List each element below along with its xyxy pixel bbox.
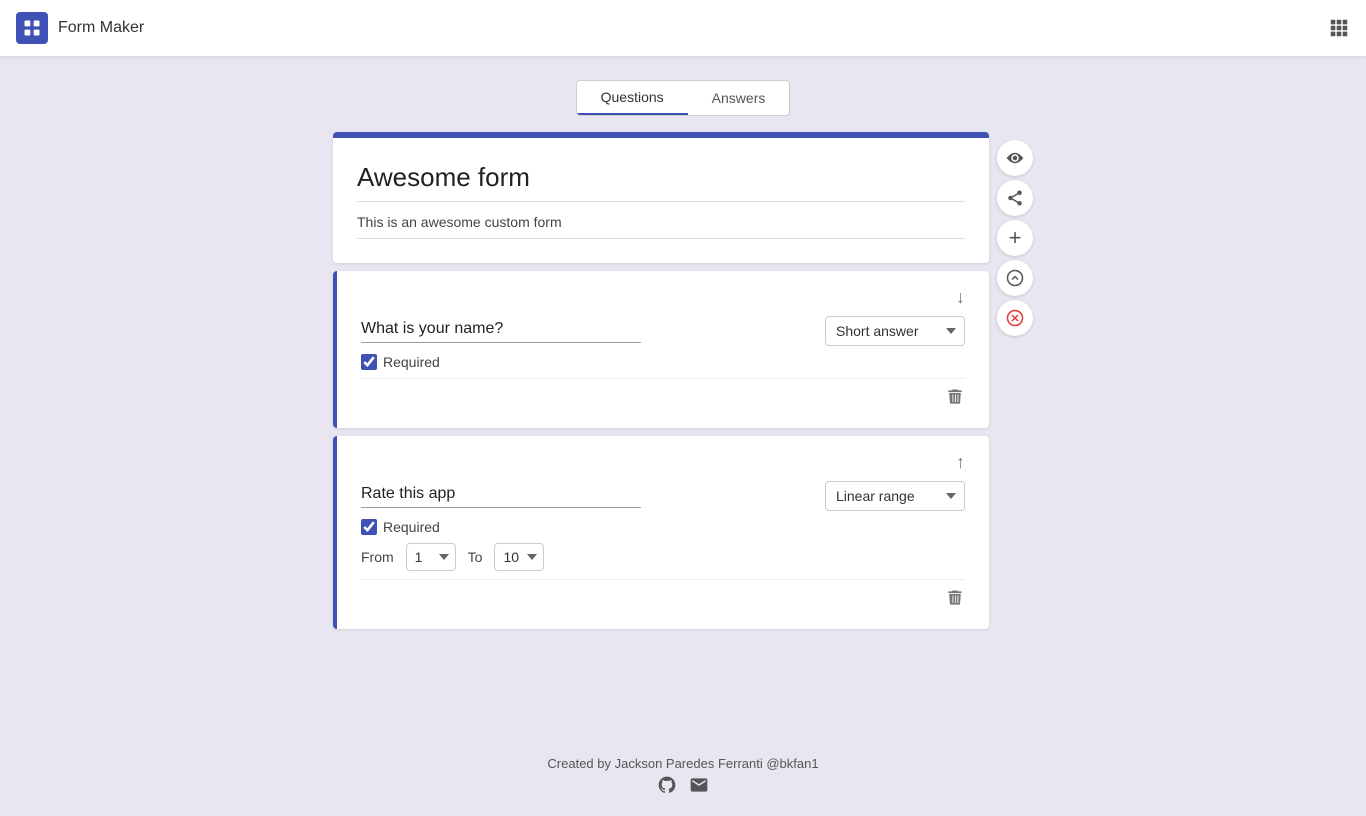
email-link[interactable] xyxy=(689,775,709,800)
q1-required-checkbox[interactable] xyxy=(361,354,377,370)
linear-range-row: From 0 1 To 2 3 4 5 6 7 8 9 xyxy=(361,543,965,571)
github-link[interactable] xyxy=(657,775,677,800)
q2-type-select[interactable]: Short answer Paragraph Multiple choice C… xyxy=(825,481,965,511)
q2-bottom-actions xyxy=(361,579,965,613)
close-button[interactable] xyxy=(997,300,1033,336)
footer-icons xyxy=(16,775,1350,800)
q1-required-label: Required xyxy=(383,354,440,370)
q1-top-actions: ↓ xyxy=(361,287,965,308)
github-icon xyxy=(657,775,677,795)
range-to-label: To xyxy=(468,549,483,565)
q1-text: What is your name? xyxy=(361,320,641,343)
footer: Created by Jackson Paredes Ferranti @bkf… xyxy=(0,740,1366,816)
form-panel: Awesome form This is an awesome custom f… xyxy=(333,132,989,637)
share-icon xyxy=(1006,189,1024,207)
trash-icon-svg xyxy=(945,387,965,407)
email-icon xyxy=(689,775,709,795)
q2-row: Rate this app Short answer Paragraph Mul… xyxy=(361,481,965,511)
share-button[interactable] xyxy=(997,180,1033,216)
q2-required-label: Required xyxy=(383,519,440,535)
question-card-2: ↑ Rate this app Short answer Paragraph M… xyxy=(333,436,989,629)
logo-icon xyxy=(22,18,42,38)
q1-delete-button[interactable] xyxy=(945,387,965,412)
q1-arrow-down-icon[interactable]: ↓ xyxy=(956,287,965,308)
q2-text: Rate this app xyxy=(361,485,641,508)
q2-top-actions: ↑ xyxy=(361,452,965,473)
footer-text: Created by Jackson Paredes Ferranti @bkf… xyxy=(16,756,1350,771)
q2-delete-button[interactable] xyxy=(945,588,965,613)
up-circle-icon xyxy=(1006,269,1024,287)
range-from-label: From xyxy=(361,549,394,565)
q2-text-wrapper: Rate this app xyxy=(361,485,825,508)
q2-required-checkbox[interactable] xyxy=(361,519,377,535)
eye-icon xyxy=(1006,149,1024,167)
q1-required-row: Required xyxy=(361,354,965,370)
main-content: Questions Answers Awesome form This is a… xyxy=(0,56,1366,740)
q1-row: What is your name? Short answer Paragrap… xyxy=(361,316,965,346)
tab-questions[interactable]: Questions xyxy=(577,81,688,115)
tab-answers[interactable]: Answers xyxy=(688,81,790,115)
app-title: Form Maker xyxy=(58,19,144,37)
add-question-button[interactable]: + xyxy=(997,220,1033,256)
app-logo xyxy=(16,12,48,44)
q2-required-row: Required xyxy=(361,519,965,535)
q1-text-wrapper: What is your name? xyxy=(361,320,825,343)
sidebar-actions: + xyxy=(997,132,1033,336)
header-left: Form Maker xyxy=(16,12,144,44)
tabs-container: Questions Answers xyxy=(576,80,791,116)
move-up-button[interactable] xyxy=(997,260,1033,296)
q1-type-select[interactable]: Short answer Paragraph Multiple choice C… xyxy=(825,316,965,346)
form-description: This is an awesome custom form xyxy=(357,214,965,239)
form-header-card: Awesome form This is an awesome custom f… xyxy=(333,132,989,263)
q2-trash-icon-svg xyxy=(945,588,965,608)
close-icon xyxy=(1006,309,1024,327)
q2-arrow-up-icon[interactable]: ↑ xyxy=(956,452,965,473)
question-card-1: ↓ What is your name? Short answer Paragr… xyxy=(333,271,989,428)
preview-button[interactable] xyxy=(997,140,1033,176)
apps-button[interactable] xyxy=(1328,17,1350,39)
header: Form Maker xyxy=(0,0,1366,56)
form-outer: Awesome form This is an awesome custom f… xyxy=(333,132,1033,637)
form-title: Awesome form xyxy=(357,162,965,202)
grid-icon xyxy=(1328,17,1350,39)
range-from-select[interactable]: 0 1 xyxy=(406,543,456,571)
q1-bottom-actions xyxy=(361,378,965,412)
range-to-select[interactable]: 2 3 4 5 6 7 8 9 10 xyxy=(494,543,544,571)
